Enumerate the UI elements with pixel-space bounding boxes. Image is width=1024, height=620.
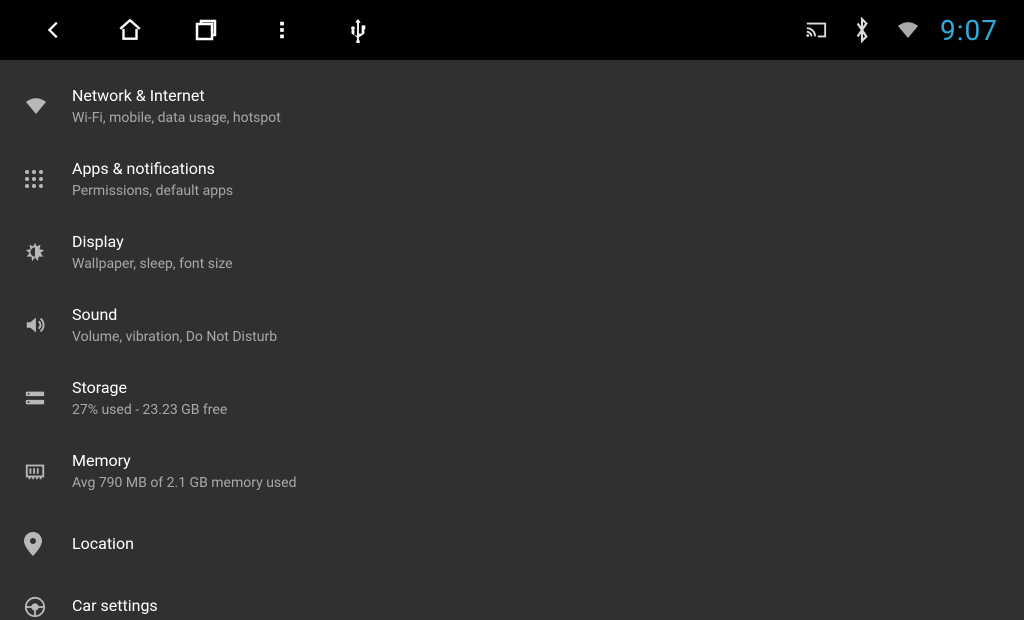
apps-grid-icon (24, 169, 72, 189)
setting-subtitle: Avg 790 MB of 2.1 GB memory used (72, 474, 1000, 492)
setting-text: Sound Volume, vibration, Do Not Disturb (72, 305, 1000, 346)
steering-wheel-icon (24, 596, 72, 618)
setting-apps-notifications[interactable]: Apps & notifications Permissions, defaul… (0, 143, 1024, 216)
setting-network-internet[interactable]: Network & Internet Wi-Fi, mobile, data u… (0, 70, 1024, 143)
wifi-icon (896, 20, 920, 40)
location-pin-icon (24, 532, 72, 556)
setting-subtitle: 27% used - 23.23 GB free (72, 401, 1000, 419)
memory-icon (24, 462, 72, 480)
wifi-icon (24, 96, 72, 116)
setting-text: Apps & notifications Permissions, defaul… (72, 159, 1000, 200)
setting-location[interactable]: Location (0, 508, 1024, 580)
cast-indicator[interactable] (802, 16, 830, 44)
setting-title: Storage (72, 378, 1000, 399)
setting-title: Network & Internet (72, 86, 1000, 107)
bluetooth-indicator[interactable] (848, 16, 876, 44)
setting-memory[interactable]: Memory Avg 790 MB of 2.1 GB memory used (0, 435, 1024, 508)
setting-title: Memory (72, 451, 1000, 472)
setting-title: Location (72, 534, 1000, 555)
system-navbar: 9:07 (0, 0, 1024, 60)
setting-title: Sound (72, 305, 1000, 326)
brightness-icon (24, 241, 72, 263)
setting-sound[interactable]: Sound Volume, vibration, Do Not Disturb (0, 289, 1024, 362)
setting-title: Display (72, 232, 1000, 253)
setting-subtitle: Permissions, default apps (72, 182, 1000, 200)
setting-subtitle: Volume, vibration, Do Not Disturb (72, 328, 1000, 346)
nav-right-group: 9:07 (802, 14, 1008, 47)
usb-icon (347, 17, 369, 43)
setting-display[interactable]: Display Wallpaper, sleep, font size (0, 216, 1024, 289)
setting-text: Car settings (72, 596, 1000, 617)
recents-button[interactable] (192, 16, 220, 44)
setting-subtitle: Wi-Fi, mobile, data usage, hotspot (72, 109, 1000, 127)
setting-text: Memory Avg 790 MB of 2.1 GB memory used (72, 451, 1000, 492)
back-icon (43, 19, 65, 41)
back-button[interactable] (40, 16, 68, 44)
setting-title: Apps & notifications (72, 159, 1000, 180)
menu-dots-icon (271, 19, 293, 41)
setting-storage[interactable]: Storage 27% used - 23.23 GB free (0, 362, 1024, 435)
setting-text: Network & Internet Wi-Fi, mobile, data u… (72, 86, 1000, 127)
setting-title: Car settings (72, 596, 1000, 617)
cast-icon (805, 20, 827, 40)
menu-button[interactable] (268, 16, 296, 44)
setting-text: Storage 27% used - 23.23 GB free (72, 378, 1000, 419)
home-button[interactable] (116, 16, 144, 44)
recents-icon (194, 18, 218, 42)
setting-text: Display Wallpaper, sleep, font size (72, 232, 1000, 273)
bluetooth-icon (853, 17, 871, 43)
clock[interactable]: 9:07 (940, 14, 998, 47)
volume-icon (24, 314, 72, 336)
setting-text: Location (72, 534, 1000, 555)
home-icon (117, 17, 143, 43)
nav-left-group (16, 16, 372, 44)
usb-indicator[interactable] (344, 16, 372, 44)
setting-subtitle: Wallpaper, sleep, font size (72, 255, 1000, 273)
settings-list: Network & Internet Wi-Fi, mobile, data u… (0, 60, 1024, 620)
wifi-indicator[interactable] (894, 16, 922, 44)
storage-icon (24, 389, 72, 407)
